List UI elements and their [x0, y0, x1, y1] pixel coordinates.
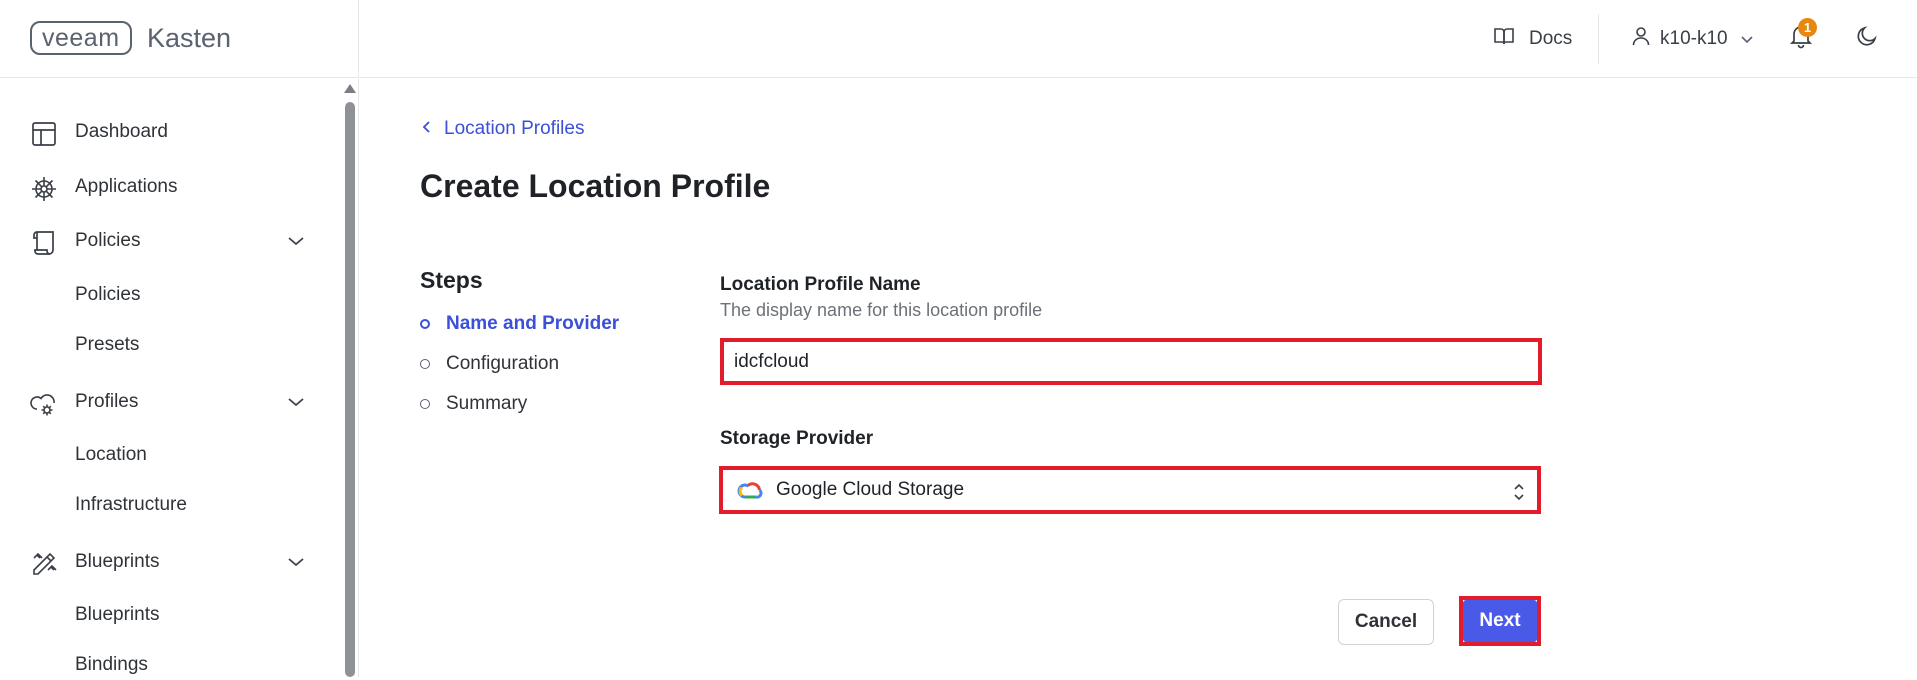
cancel-button[interactable]: Cancel [1338, 599, 1434, 645]
sidebar-item-dashboard[interactable]: Dashboard [0, 112, 320, 152]
breadcrumb-label: Location Profiles [444, 118, 585, 139]
book-icon [1493, 26, 1515, 52]
logo-area: veeam Kasten [0, 0, 359, 78]
user-icon [1632, 26, 1650, 52]
step-indicator [420, 319, 430, 329]
chevron-updown-icon [1513, 482, 1525, 507]
profile-name-label: Location Profile Name [720, 274, 921, 295]
step-indicator [420, 359, 430, 369]
steps-title: Steps [420, 267, 483, 293]
sidebar-item-label: Policies [75, 230, 141, 251]
docs-label: Docs [1529, 28, 1573, 49]
helm-icon [30, 175, 58, 203]
scroll-up-arrow[interactable] [344, 84, 356, 93]
sidebar-subitem-location[interactable]: Location [75, 440, 147, 470]
sidebar-item-label: Applications [75, 176, 178, 197]
sidebar-subitem-presets[interactable]: Presets [75, 330, 139, 360]
sidebar-subitem-blueprints[interactable]: Blueprints [75, 600, 160, 630]
moon-icon [1855, 24, 1879, 54]
storage-provider-select[interactable]: Google Cloud Storage [719, 466, 1541, 514]
sidebar-item-blueprints[interactable]: Blueprints [0, 542, 320, 582]
veeam-logo: veeam [30, 21, 132, 55]
chevron-down-icon [287, 231, 305, 253]
google-cloud-icon [737, 479, 763, 506]
dashboard-icon [30, 120, 58, 148]
docs-link[interactable]: Docs [1493, 0, 1572, 78]
kasten-logo: Kasten [147, 23, 232, 53]
sidebar-subitem-bindings[interactable]: Bindings [75, 650, 148, 680]
chevron-down-icon [287, 392, 305, 414]
step-label: Configuration [446, 353, 560, 374]
next-button[interactable]: Next [1463, 600, 1537, 642]
profile-name-field-highlight [720, 338, 1542, 385]
cloud-gear-icon [30, 390, 58, 418]
sidebar-item-profiles[interactable]: Profiles [0, 382, 320, 422]
user-menu[interactable]: k10-k10 [1632, 0, 1754, 78]
sidebar-item-policies[interactable]: Policies [0, 221, 320, 261]
page-title: Create Location Profile [420, 168, 771, 204]
profile-name-help: The display name for this location profi… [720, 300, 1043, 320]
breadcrumb[interactable]: Location Profiles [422, 118, 584, 140]
storage-provider-label: Storage Provider [720, 428, 874, 449]
sidebar-item-label: Profiles [75, 391, 139, 412]
chevron-left-icon [422, 118, 432, 140]
sidebar-item-label: Blueprints [75, 551, 160, 572]
chevron-down-icon [287, 552, 305, 574]
sidebar-item-label: Dashboard [75, 121, 168, 142]
profile-name-input[interactable] [724, 342, 1538, 381]
sidebar-subitem-infrastructure[interactable]: Infrastructure [75, 490, 187, 520]
user-label: k10-k10 [1660, 28, 1728, 49]
notifications-button[interactable] [1789, 0, 1813, 78]
sidebar-item-applications[interactable]: Applications [0, 167, 320, 207]
step-name-and-provider[interactable]: Name and Provider [420, 309, 619, 339]
sidebar: Dashboard Applications Policies Policies… [0, 79, 359, 677]
top-header: veeam Kasten Docs k10-k10 1 [0, 0, 1917, 78]
step-summary[interactable]: Summary [420, 389, 527, 419]
step-configuration[interactable]: Configuration [420, 349, 559, 379]
pencil-ruler-icon [30, 550, 58, 578]
storage-provider-value: Google Cloud Storage [776, 479, 965, 500]
chevron-down-icon [1740, 28, 1754, 50]
sidebar-subitem-policies[interactable]: Policies [75, 280, 140, 310]
step-label: Name and Provider [446, 313, 620, 334]
step-label: Summary [446, 393, 528, 414]
notification-badge: 1 [1798, 18, 1817, 37]
header-divider [1598, 14, 1599, 64]
theme-toggle[interactable] [1855, 0, 1879, 78]
sidebar-scrollbar[interactable] [345, 102, 355, 677]
scroll-icon [30, 229, 58, 257]
step-indicator [420, 399, 430, 409]
